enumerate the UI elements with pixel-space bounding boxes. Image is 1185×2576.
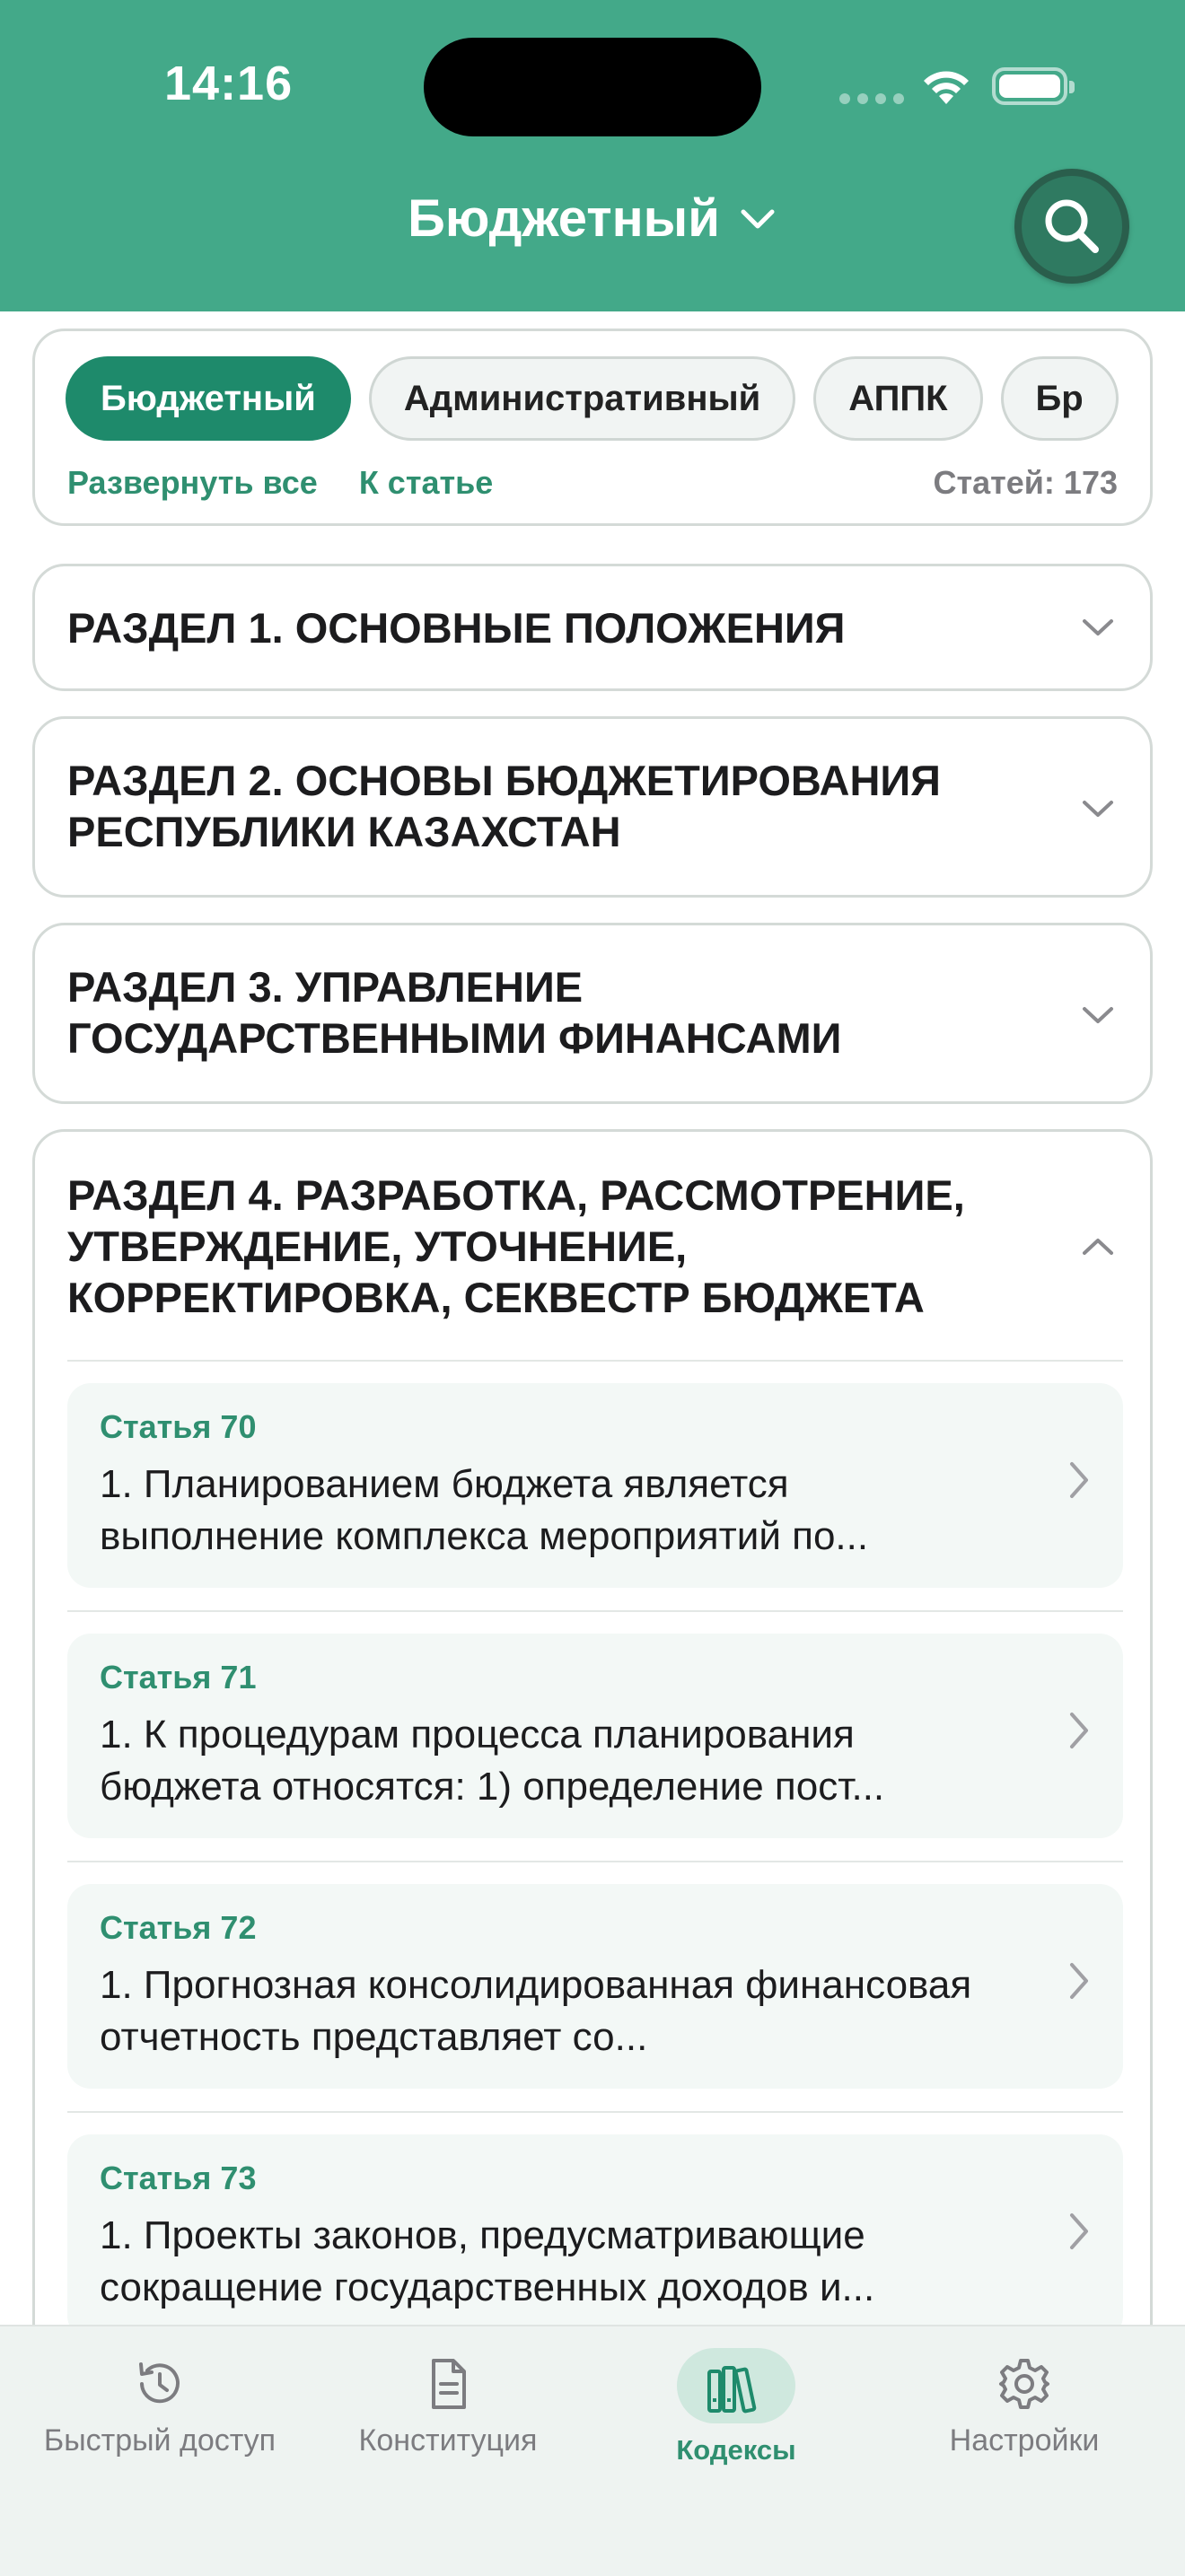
app-header: 14:16 Бюджетный (0, 0, 1185, 311)
article-preview: 1. К процедурам процесса планирования бю… (100, 1713, 885, 1809)
code-selector[interactable]: Бюджетный (0, 188, 1185, 249)
chevron-down-icon (741, 209, 775, 228)
section-title[interactable]: РАЗДЕЛ 4. РАЗРАБОТКА, РАССМОТРЕНИЕ, УТВЕ… (67, 1170, 1037, 1323)
article-item[interactable]: Статья 70 1. Планированием бюджета являе… (67, 1383, 1123, 1588)
article-number: Статья 72 (100, 1909, 257, 1946)
chip-administrative[interactable]: Административный (368, 356, 796, 441)
chevron-down-icon (1083, 801, 1113, 817)
tab-settings[interactable]: Настройки (876, 2326, 1172, 2506)
chip-appk[interactable]: АППК (813, 356, 983, 441)
section-3[interactable]: РАЗДЕЛ 3. УПРАВЛЕНИЕ ГОСУДАРСТВЕННЫМИ ФИ… (32, 923, 1153, 1104)
tab-label: Конституция (358, 2423, 538, 2458)
document-icon (432, 2359, 466, 2409)
chevron-right-icon (1070, 1713, 1088, 1748)
divider (67, 1360, 1123, 1362)
tab-quick-access[interactable]: Быстрый доступ (12, 2326, 308, 2506)
chevron-down-icon (1083, 619, 1113, 635)
article-number: Статья 71 (100, 1659, 257, 1695)
article-preview: 1. Прогнозная консолидированная финансов… (100, 1963, 972, 2059)
article-preview: 1. Проекты законов, предусматривающие со… (100, 2213, 875, 2309)
section-title: РАЗДЕЛ 1. ОСНОВНЫЕ ПОЛОЖЕНИЯ (67, 604, 846, 652)
filter-links: Развернуть все К статье Статей: 173 (67, 464, 1118, 502)
tab-label: Быстрый доступ (43, 2423, 276, 2458)
tab-label: Кодексы (676, 2434, 796, 2466)
tab-bar: Быстрый доступ Конституция Кодексы Настр… (0, 2325, 1185, 2576)
divider (67, 1610, 1123, 1612)
chevron-right-icon (1070, 1462, 1088, 1498)
search-button[interactable] (1014, 169, 1129, 284)
article-number: Статья 73 (100, 2160, 257, 2196)
article-count: Статей: 173 (933, 464, 1119, 501)
divider (67, 1861, 1123, 1862)
expand-all-link[interactable]: Развернуть все (67, 464, 318, 501)
divider (67, 2111, 1123, 2113)
section-4: РАЗДЕЛ 4. РАЗРАБОТКА, РАССМОТРЕНИЕ, УТВЕ… (32, 1129, 1153, 2386)
article-number: Статья 70 (100, 1408, 257, 1445)
search-icon (1045, 199, 1099, 253)
header-title: Бюджетный (408, 189, 720, 248)
chip-budget[interactable]: Бюджетный (66, 356, 351, 441)
section-2[interactable]: РАЗДЕЛ 2. ОСНОВЫ БЮДЖЕТИРОВАНИЯ РЕСПУБЛИ… (32, 716, 1153, 898)
section-1[interactable]: РАЗДЕЛ 1. ОСНОВНЫЕ ПОЛОЖЕНИЯ (32, 564, 1153, 691)
section-title: РАЗДЕЛ 2. ОСНОВЫ БЮДЖЕТИРОВАНИЯ РЕСПУБЛИ… (67, 757, 941, 855)
code-chips[interactable]: Бюджетный Административный АППК Бр (66, 356, 1119, 441)
to-article-link[interactable]: К статье (359, 464, 493, 501)
tab-constitution[interactable]: Конституция (300, 2326, 596, 2506)
article-preview: 1. Планированием бюджета является выполн… (100, 1462, 869, 1558)
status-time: 14:16 (164, 57, 294, 110)
chevron-right-icon (1070, 1963, 1088, 1999)
signal-icon (839, 93, 904, 104)
section-title: РАЗДЕЛ 3. УПРАВЛЕНИЕ ГОСУДАРСТВЕННЫМИ ФИ… (67, 963, 842, 1062)
battery-icon (992, 67, 1075, 105)
books-icon (707, 2366, 757, 2414)
tab-label: Настройки (949, 2423, 1100, 2458)
chevron-up-icon[interactable] (1080, 1234, 1116, 1259)
tab-codes[interactable]: Кодексы (588, 2326, 884, 2506)
filter-card: Бюджетный Административный АППК Бр Разверну… (32, 329, 1153, 526)
dynamic-island (424, 38, 761, 136)
article-item[interactable]: Статья 73 1. Проекты законов, предусматр… (67, 2134, 1123, 2339)
chevron-down-icon (1083, 1007, 1113, 1023)
article-item[interactable]: Статья 71 1. К процедурам процесса плани… (67, 1634, 1123, 1838)
gear-icon (999, 2359, 1049, 2409)
wifi-icon (924, 71, 969, 104)
chip-marriage[interactable]: Бр (1000, 356, 1119, 441)
history-icon (139, 2362, 180, 2404)
chevron-right-icon (1070, 2213, 1088, 2249)
article-item[interactable]: Статья 72 1. Прогнозная консолидированна… (67, 1884, 1123, 2089)
